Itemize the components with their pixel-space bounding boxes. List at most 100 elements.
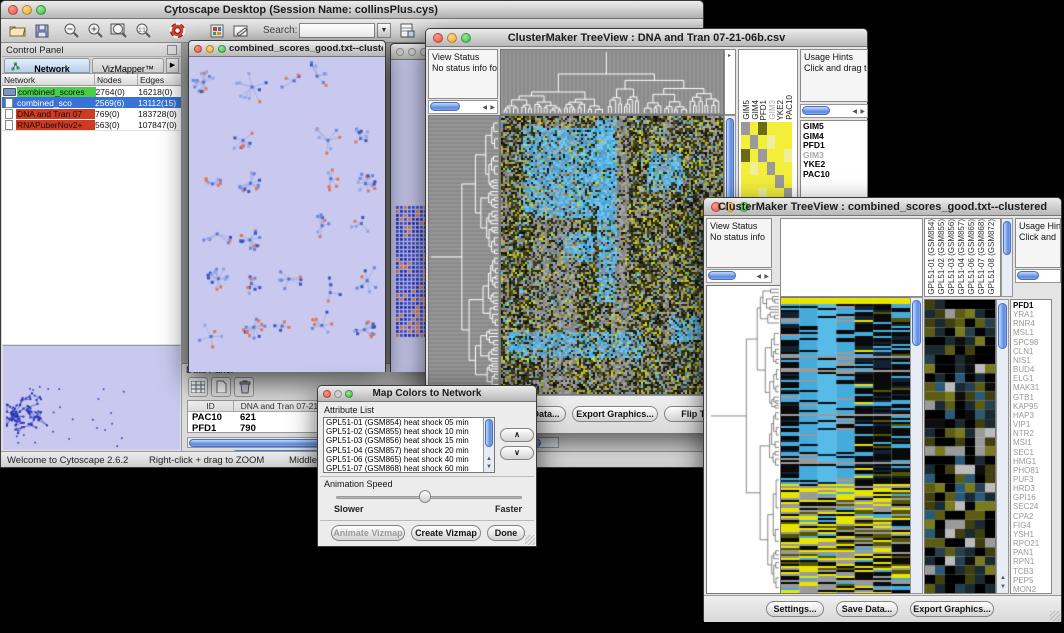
network-list-row[interactable]: combined_scores2764(0)16218(0) — [2, 86, 181, 97]
network-list-row[interactable]: DNA and Tran 07769(0)183728(0) — [2, 108, 181, 119]
column-dendrogram-canvas[interactable] — [500, 49, 724, 115]
gene-label[interactable]: NIS1 — [1013, 356, 1051, 365]
matrix-cell[interactable] — [775, 122, 784, 135]
search-input[interactable] — [299, 23, 375, 38]
gene-label[interactable]: CPA2 — [1013, 512, 1051, 521]
gene-label[interactable]: HAP3 — [1013, 411, 1051, 420]
matrix-cell[interactable] — [767, 162, 776, 175]
attribute-listbox[interactable]: GPL51-01 (GSM854) heat shock 05 minGPL51… — [323, 417, 495, 473]
gene-label[interactable]: MON2 — [1013, 585, 1051, 594]
usage-hints-hscrollbar[interactable] — [1015, 269, 1061, 283]
attribute-item[interactable]: GPL51-02 (GSM855) heat shock 10 min — [324, 427, 494, 436]
done-button[interactable]: Done — [487, 525, 525, 541]
search-dropdown-button[interactable]: ▼ — [377, 23, 391, 38]
dendrogram-hscrollbar[interactable]: ◀▶ — [706, 269, 772, 283]
matrix-cell[interactable] — [758, 149, 767, 162]
col-network[interactable]: Network — [2, 74, 95, 86]
open-file-icon[interactable] — [7, 21, 27, 40]
gene-label[interactable]: SEC24 — [1013, 502, 1051, 511]
annotation-icon[interactable] — [231, 21, 251, 40]
matrix-cell[interactable] — [750, 135, 759, 148]
gene-label[interactable]: MSL1 — [1013, 328, 1051, 337]
float-panel-icon[interactable] — [167, 45, 177, 55]
gene-label[interactable]: CLN1 — [1013, 347, 1051, 356]
matrix-cell[interactable] — [775, 149, 784, 162]
gene-label[interactable]: GPI16 — [1013, 493, 1051, 502]
zoom-actual-icon[interactable]: 1:1 — [133, 21, 153, 40]
gene-label[interactable]: HRD3 — [1013, 484, 1051, 493]
gene-label[interactable]: PEP5 — [1013, 576, 1051, 585]
treeview-combined-titlebar[interactable]: ClusterMaker TreeView : combined_scores_… — [704, 198, 1061, 216]
matrix-cell[interactable] — [750, 122, 759, 135]
matrix-cell[interactable] — [758, 162, 767, 175]
matrix-cell[interactable] — [750, 149, 759, 162]
gene-label[interactable]: PHO81 — [1013, 466, 1051, 475]
row-dendrogram-canvas[interactable] — [706, 285, 781, 594]
network-list-row[interactable]: combined_sco2569(6)13112(15) — [2, 97, 181, 108]
gene-label[interactable]: YRA1 — [1013, 310, 1051, 319]
condition-labels-vscrollbar[interactable] — [1001, 218, 1013, 297]
gene-label[interactable]: PAN1 — [1013, 548, 1051, 557]
zoom-in-icon[interactable] — [85, 21, 105, 40]
gene-label[interactable]: VIP1 — [1013, 420, 1051, 429]
matrix-cell[interactable] — [758, 135, 767, 148]
similarity-matrix[interactable] — [741, 122, 792, 202]
gene-label[interactable]: RPN1 — [1013, 557, 1051, 566]
gene-label[interactable]: MSI1 — [1013, 438, 1051, 447]
matrix-cell[interactable] — [784, 122, 793, 135]
cytoscape-titlebar[interactable]: Cytoscape Desktop (Session Name: collins… — [1, 1, 703, 19]
animation-slider-thumb[interactable] — [419, 490, 431, 503]
treeview-dna-titlebar[interactable]: ClusterMaker TreeView : DNA and Tran 07-… — [426, 29, 867, 47]
attribute-item[interactable]: GPL51-03 (GSM856) heat shock 15 min — [324, 436, 494, 445]
birdseye-view[interactable] — [3, 345, 180, 450]
gene-label[interactable]: SEC1 — [1013, 448, 1051, 457]
help-lifesaver-icon[interactable] — [167, 21, 187, 40]
gene-label[interactable]: BUD4 — [1013, 365, 1051, 374]
network-view-titlebar[interactable]: combined_scores_good.txt--cluste... — [189, 41, 385, 57]
matrix-cell[interactable] — [775, 175, 784, 188]
import-table-icon[interactable] — [397, 21, 417, 40]
network-canvas[interactable] — [189, 57, 385, 372]
close-button[interactable] — [396, 48, 404, 56]
zoom-fit-icon[interactable] — [109, 21, 129, 40]
matrix-cell[interactable] — [775, 135, 784, 148]
global-heatmap-vscrollbar[interactable] — [910, 297, 923, 594]
matrix-cell[interactable] — [741, 135, 750, 148]
gene-label[interactable]: ELG1 — [1013, 374, 1051, 383]
gene-label[interactable]: TCB3 — [1013, 567, 1051, 576]
matrix-cell[interactable] — [784, 162, 793, 175]
matrix-cell[interactable] — [784, 135, 793, 148]
column-scroll-strip[interactable]: ▸ — [724, 49, 736, 115]
attribute-item[interactable]: GPL51-04 (GSM857) heat shock 20 min — [324, 446, 494, 455]
tab-overflow-button[interactable]: ▶ — [166, 58, 179, 73]
zoom-out-icon[interactable] — [61, 21, 81, 40]
global-heatmap-canvas[interactable] — [780, 297, 911, 594]
gene-label[interactable]: YSH1 — [1013, 530, 1051, 539]
zoom-heatmap-canvas[interactable] — [924, 299, 996, 594]
gene-label[interactable]: HMG1 — [1013, 457, 1051, 466]
resize-grip[interactable] — [525, 535, 535, 545]
minimize-button[interactable] — [408, 48, 416, 56]
minimize-button[interactable] — [206, 45, 214, 53]
vizmapper-icon[interactable] — [207, 21, 227, 40]
gene-label[interactable]: PAC10 — [803, 170, 865, 180]
matrix-cell[interactable] — [741, 149, 750, 162]
gene-label[interactable]: SPC98 — [1013, 338, 1051, 347]
gene-label[interactable]: MAK31 — [1013, 383, 1051, 392]
network-list-row[interactable]: RNAPuberNov2+563(0)107847(0) — [2, 119, 181, 130]
close-button[interactable] — [194, 45, 202, 53]
matrix-cell[interactable] — [758, 122, 767, 135]
matrix-cell[interactable] — [741, 162, 750, 175]
gene-label[interactable]: PUF3 — [1013, 475, 1051, 484]
id-column-header[interactable]: ID — [188, 401, 234, 411]
matrix-cell[interactable] — [741, 122, 750, 135]
save-icon[interactable] — [32, 21, 52, 40]
dialog-titlebar[interactable]: Map Colors to Network — [318, 386, 536, 402]
matrix-cell[interactable] — [784, 175, 793, 188]
gene-label[interactable]: RNR4 — [1013, 319, 1051, 328]
tab-vizmapper[interactable]: VizMapper™ — [92, 58, 164, 73]
zoom-button[interactable] — [218, 45, 226, 53]
matrix-cell[interactable] — [767, 135, 776, 148]
matrix-cell[interactable] — [767, 122, 776, 135]
tab-network[interactable]: Network — [4, 58, 90, 73]
